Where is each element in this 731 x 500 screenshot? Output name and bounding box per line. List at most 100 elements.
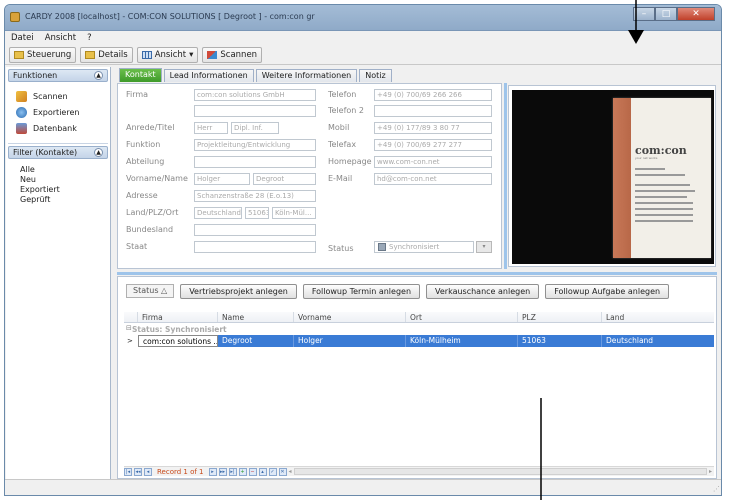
sidebar-item-scannen[interactable]: Scannen <box>6 88 110 104</box>
email-field[interactable]: hd@com-con.net <box>374 173 492 185</box>
scroll-right-icon[interactable]: ▸ <box>709 468 714 475</box>
save-record-icon[interactable]: ✓ <box>268 467 277 476</box>
land-field[interactable]: Deutschland <box>194 207 242 219</box>
close-button[interactable]: ✕ <box>677 7 715 21</box>
scroll-left-icon[interactable]: ◂ <box>289 468 292 475</box>
column-header-land[interactable]: Land <box>602 312 714 322</box>
steuerung-button[interactable]: Steuerung <box>9 46 77 63</box>
horizontal-scrollbar[interactable] <box>293 468 707 475</box>
sidebar-item-datenbank[interactable]: Datenbank <box>6 120 110 136</box>
sidebar-item-exportieren[interactable]: Exportieren <box>6 104 110 120</box>
vorname-field[interactable]: Holger <box>194 173 250 185</box>
tab-weitere-informationen[interactable]: Weitere Informationen <box>255 69 358 82</box>
group-expand-icon[interactable]: ⊟ <box>126 324 132 332</box>
filter-geprueft[interactable]: Geprüft <box>6 195 110 205</box>
cell-land[interactable]: Deutschland <box>602 335 714 347</box>
vertriebsprojekt-button[interactable]: Vertriebsprojekt anlegen <box>180 283 297 299</box>
label-status: Status <box>328 244 354 253</box>
followup-aufgabe-button[interactable]: Followup Aufgabe anlegen <box>545 283 670 299</box>
scannen-button[interactable]: Scannen <box>202 46 263 63</box>
table-row[interactable]: > com:con solutions ... Degroot Holger K… <box>124 335 714 347</box>
maximize-button[interactable]: □ <box>655 7 677 21</box>
label-telefon: Telefon <box>328 90 357 99</box>
menu-datei[interactable]: Datei <box>11 33 34 43</box>
database-icon <box>16 122 27 134</box>
cell-name[interactable]: Degroot <box>218 335 294 347</box>
verkaufschance-button[interactable]: Verkauschance anlegen <box>426 283 540 299</box>
funktion-field[interactable]: Projektleitung/Entwicklung <box>194 139 316 151</box>
cell-vorname[interactable]: Holger <box>294 335 406 347</box>
column-header-firma[interactable]: Firma <box>138 312 218 322</box>
sidebar-item-label: Scannen <box>33 91 68 101</box>
status-dropdown-button[interactable]: ▾ <box>476 241 492 253</box>
app-window: CARDY 2008 [localhost] - COM:CON SOLUTIO… <box>4 4 722 496</box>
abteilung-field[interactable] <box>194 156 316 168</box>
status-field[interactable]: Synchronisiert <box>374 241 474 253</box>
details-button[interactable]: Details <box>80 46 133 63</box>
anrede-field[interactable]: Herr <box>194 122 228 134</box>
status-group-label: Status <box>133 286 159 295</box>
next-page-icon[interactable]: ▸▸ <box>218 467 227 476</box>
prev-record-icon[interactable]: ◂ <box>144 467 152 476</box>
card-text-line <box>635 174 685 176</box>
sync-icon <box>378 243 386 251</box>
menu-help[interactable]: ? <box>87 33 92 43</box>
minimize-button[interactable]: – <box>633 7 655 21</box>
business-card-photo: com:con your net works <box>512 90 714 264</box>
delete-record-icon[interactable]: − <box>248 467 257 476</box>
label-email: E-Mail <box>328 174 353 183</box>
collapse-icon[interactable]: ▲ <box>94 148 103 157</box>
cancel-record-icon[interactable]: ✕ <box>278 467 287 476</box>
filter-header[interactable]: Filter (Kontakte) ▲ <box>8 146 108 159</box>
window-title: CARDY 2008 [localhost] - COM:CON SOLUTIO… <box>25 12 315 21</box>
card-text-line <box>635 196 687 198</box>
add-record-icon[interactable]: + <box>238 467 247 476</box>
staat-field[interactable] <box>194 241 316 253</box>
mobil-field[interactable]: +49 (0) 177/89 3 80 77 <box>374 122 492 134</box>
horizontal-splitter[interactable] <box>117 272 717 275</box>
column-header-name[interactable]: Name <box>218 312 294 322</box>
homepage-field[interactable]: www.com-con.net <box>374 156 492 168</box>
record-navigator: |◂ ◂◂ ◂ Record 1 of 1 ▸ ▸▸ ▸| + − ▴ ✓ ✕ … <box>124 466 714 476</box>
followup-termin-button[interactable]: Followup Termin anlegen <box>302 283 421 299</box>
column-header-vorname[interactable]: Vorname <box>294 312 406 322</box>
tab-lead-informationen[interactable]: Lead Informationen <box>163 69 254 82</box>
plz-field[interactable]: 51063 <box>245 207 269 219</box>
funktionen-header[interactable]: Funktionen ▲ <box>8 69 108 82</box>
name-field[interactable]: Degroot <box>253 173 316 185</box>
card-text-line <box>635 220 693 222</box>
tab-kontakt[interactable]: Kontakt <box>119 68 162 82</box>
cell-firma[interactable]: com:con solutions ... <box>138 335 218 347</box>
cell-ort[interactable]: Köln-Mülheim <box>406 335 518 347</box>
ansicht-button[interactable]: Ansicht ▾ <box>136 46 199 63</box>
column-header-ort[interactable]: Ort <box>406 312 518 322</box>
menu-ansicht[interactable]: Ansicht <box>45 33 76 43</box>
column-header-plz[interactable]: PLZ <box>518 312 602 322</box>
resize-grip-icon[interactable]: ⋰ <box>713 485 720 493</box>
first-record-icon[interactable]: |◂ <box>124 467 132 476</box>
row-indicator-header <box>124 312 138 322</box>
firma2-field[interactable] <box>194 105 316 117</box>
filter-exportiert[interactable]: Exportiert <box>6 185 110 195</box>
cell-plz[interactable]: 51063 <box>518 335 602 347</box>
filter-neu[interactable]: Neu <box>6 175 110 185</box>
edit-record-icon[interactable]: ▴ <box>258 467 267 476</box>
filter-alle[interactable]: Alle <box>6 165 110 175</box>
ort-field[interactable]: Köln-Mül... <box>272 207 316 219</box>
label-adresse: Adresse <box>126 191 158 200</box>
last-record-icon[interactable]: ▸| <box>228 467 237 476</box>
telefon2-field[interactable] <box>374 105 492 117</box>
prev-page-icon[interactable]: ◂◂ <box>134 467 142 476</box>
telefax-field[interactable]: +49 (0) 700/69 277 277 <box>374 139 492 151</box>
next-record-icon[interactable]: ▸ <box>208 467 217 476</box>
collapse-icon[interactable]: ▲ <box>94 71 103 80</box>
adresse-field[interactable]: Schanzenstraße 28 (E.o.13) <box>194 190 316 202</box>
label-vorname: Vorname/Name <box>126 174 188 183</box>
vertical-splitter[interactable] <box>504 83 507 269</box>
status-group-button[interactable]: Status △ <box>126 284 175 298</box>
telefon-field[interactable]: +49 (0) 700/69 266 266 <box>374 89 492 101</box>
bundesland-field[interactable] <box>194 224 316 236</box>
titel-field[interactable]: Dipl. Inf. <box>231 122 279 134</box>
firma-field[interactable]: com:con solutions GmbH <box>194 89 316 101</box>
tab-notiz[interactable]: Notiz <box>359 69 392 82</box>
